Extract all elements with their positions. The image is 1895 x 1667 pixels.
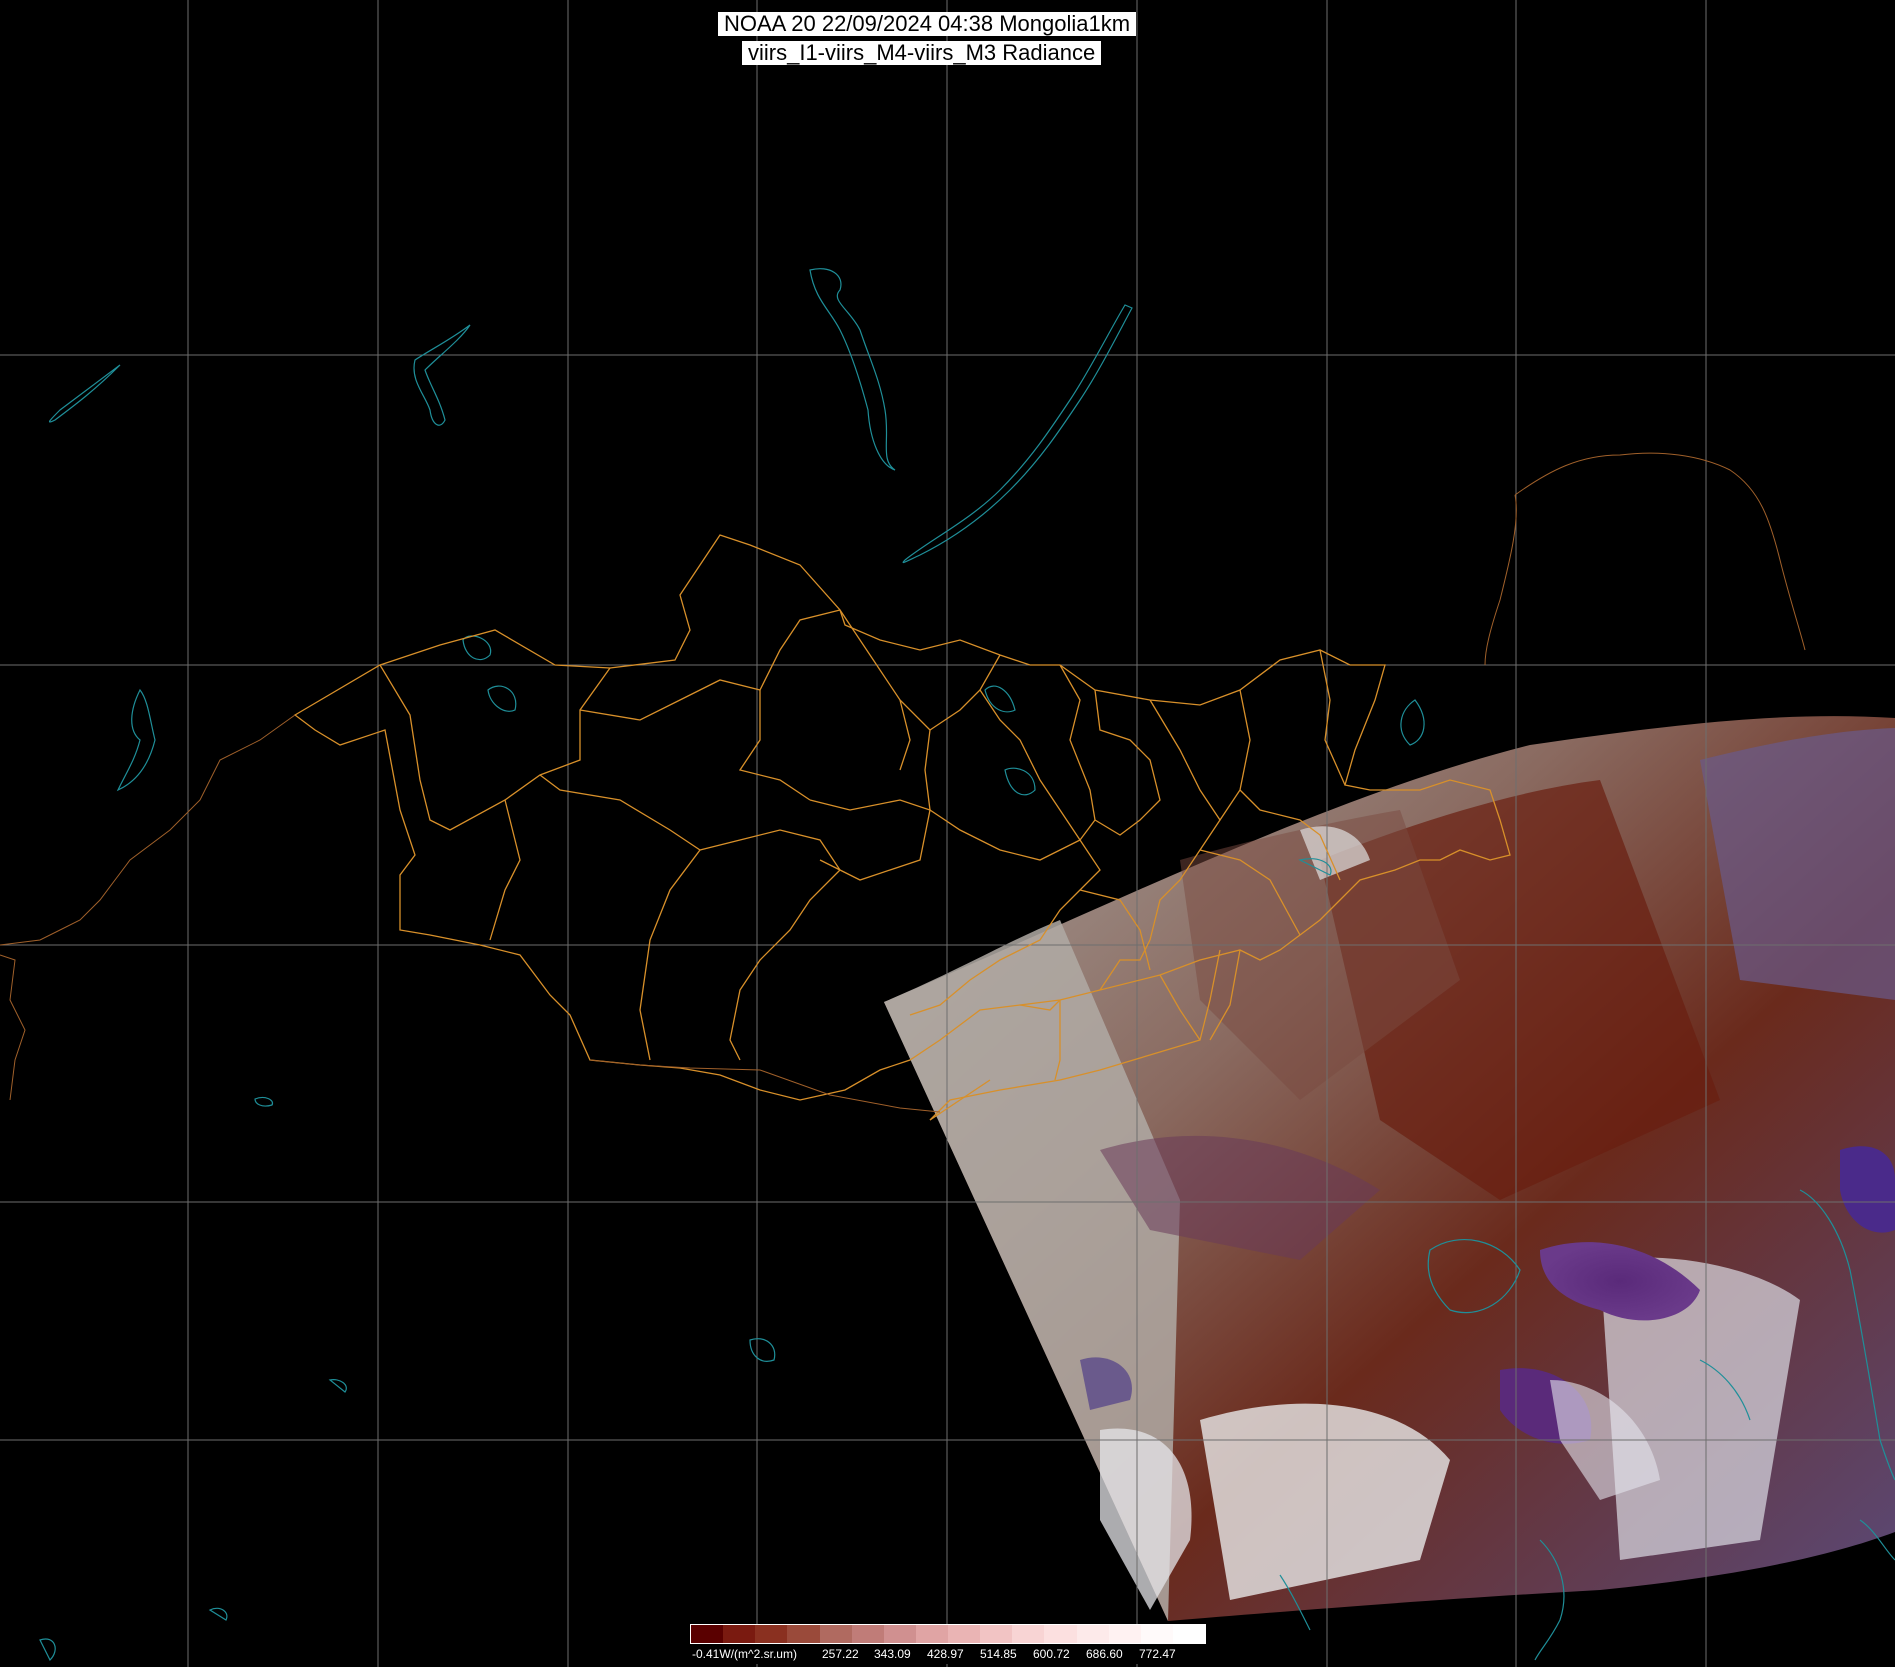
color-scale-swatch (1012, 1625, 1045, 1643)
color-scale-label: 257.22 (822, 1647, 859, 1661)
color-scale-label: 514.85 (980, 1647, 1017, 1661)
color-scale-label: -0.41W/(m^2.sr.um) (692, 1647, 797, 1661)
color-scale-swatch (1172, 1625, 1205, 1643)
color-scale-label: 428.97 (927, 1647, 964, 1661)
satellite-map (0, 0, 1895, 1667)
title-line-1: NOAA 20 22/09/2024 04:38 Mongolia1km (718, 12, 1137, 36)
color-scale-swatch (691, 1625, 724, 1643)
color-scale-swatch (755, 1625, 788, 1643)
color-scale-swatch (980, 1625, 1013, 1643)
title-line-2: viirs_I1-viirs_M4-viirs_M3 Radiance (742, 41, 1102, 65)
color-scale-swatch (883, 1625, 916, 1643)
color-scale-swatch (1108, 1625, 1141, 1643)
color-scale-swatch (1140, 1625, 1173, 1643)
color-scale-legend: -0.41W/(m^2.sr.um) 257.22 343.09 428.97 … (690, 1624, 1206, 1664)
color-scale-label: 343.09 (874, 1647, 911, 1661)
color-scale-swatch (1076, 1625, 1109, 1643)
satellite-swath (884, 716, 1895, 1621)
color-scale-swatch (1044, 1625, 1077, 1643)
color-scale-labels: -0.41W/(m^2.sr.um) 257.22 343.09 428.97 … (690, 1644, 1206, 1664)
color-scale-label: 686.60 (1086, 1647, 1123, 1661)
color-scale-swatch (915, 1625, 948, 1643)
color-scale-swatch (948, 1625, 981, 1643)
color-scale-swatch (819, 1625, 852, 1643)
color-scale-swatch (723, 1625, 756, 1643)
color-scale-label: 600.72 (1033, 1647, 1070, 1661)
color-scale-label: 772.47 (1139, 1647, 1176, 1661)
color-scale-swatch (787, 1625, 820, 1643)
color-scale-strip (690, 1624, 1206, 1644)
color-scale-swatch (851, 1625, 884, 1643)
